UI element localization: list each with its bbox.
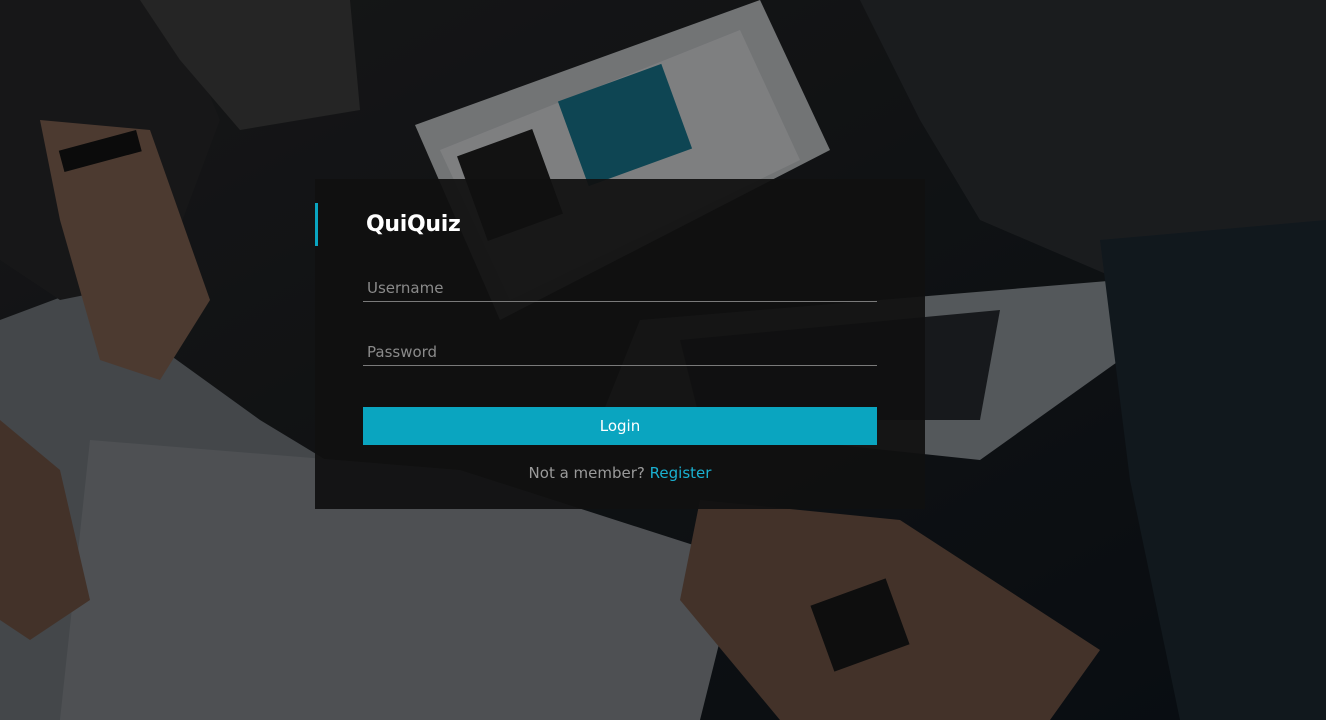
brand-accent-bar: [315, 203, 318, 246]
login-card: QuiQuiz Login Not a member? Register: [315, 179, 925, 509]
signup-prompt-line: Not a member? Register: [315, 464, 925, 482]
signup-prompt-text: Not a member?: [528, 464, 645, 482]
password-input[interactable]: [363, 338, 877, 366]
app-brand-title: QuiQuiz: [366, 212, 461, 237]
username-input[interactable]: [363, 274, 877, 302]
login-button[interactable]: Login: [363, 407, 877, 445]
register-link[interactable]: Register: [650, 464, 712, 482]
